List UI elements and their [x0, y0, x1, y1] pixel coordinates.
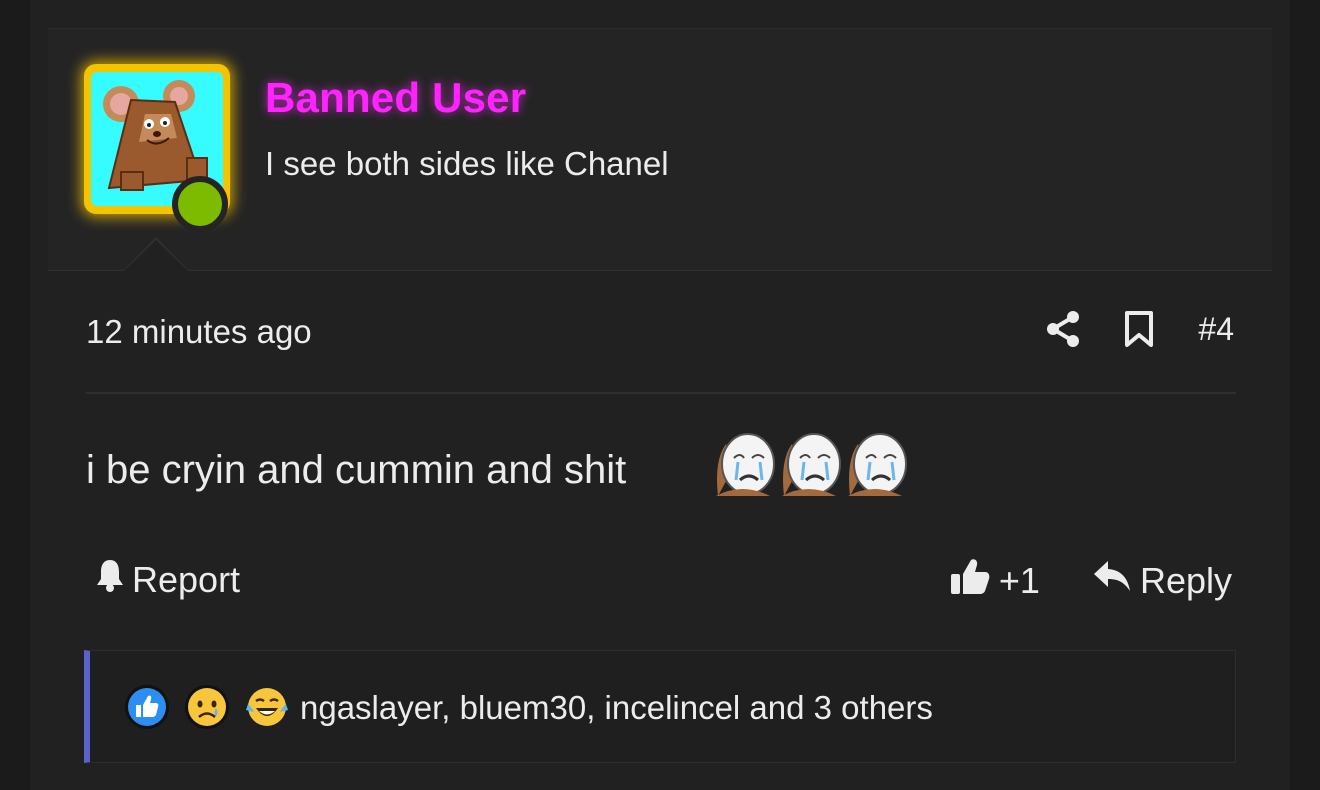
- like-reaction-icon: [125, 685, 169, 729]
- bookmark-icon[interactable]: [1124, 310, 1154, 348]
- bell-icon: [94, 557, 126, 602]
- reply-button[interactable]: Reply: [1092, 559, 1232, 602]
- reaction-summary-bar[interactable]: ngaslayer, bluem30, incelincel and 3 oth…: [84, 650, 1236, 763]
- laugh-cry-reaction-icon: [246, 688, 288, 726]
- crying-wojak-emote: [782, 433, 841, 496]
- post-timestamp[interactable]: 12 minutes ago: [86, 313, 312, 351]
- reply-arrow-icon: [1092, 559, 1132, 602]
- post-number-link[interactable]: #4: [1198, 311, 1234, 348]
- reaction-users-text[interactable]: ngaslayer, bluem30, incelincel and 3 oth…: [300, 689, 933, 727]
- report-button[interactable]: Report: [94, 557, 240, 602]
- share-icon[interactable]: [1046, 310, 1080, 348]
- reaction-icons: [124, 684, 290, 730]
- user-title: I see both sides like Chanel: [265, 145, 669, 182]
- divider: [86, 392, 1236, 394]
- post-message: i be cryin and cummin and shit: [86, 448, 627, 492]
- crying-wojak-emote: [848, 433, 907, 496]
- online-status-indicator: [172, 176, 228, 232]
- like-count: +1: [998, 559, 1040, 601]
- crying-wojak-emote: [716, 433, 775, 496]
- username[interactable]: Banned User: [265, 74, 526, 122]
- reply-label: Reply: [1139, 559, 1232, 601]
- thumbs-up-icon: [949, 556, 991, 605]
- post-toolbar: #4: [1046, 310, 1234, 348]
- like-button[interactable]: +1: [949, 556, 1040, 605]
- emote-group: [712, 430, 908, 496]
- sad-reaction-icon: [185, 685, 229, 729]
- report-label: Report: [132, 558, 241, 600]
- post-reaction-actions: +1 Reply: [949, 556, 1232, 605]
